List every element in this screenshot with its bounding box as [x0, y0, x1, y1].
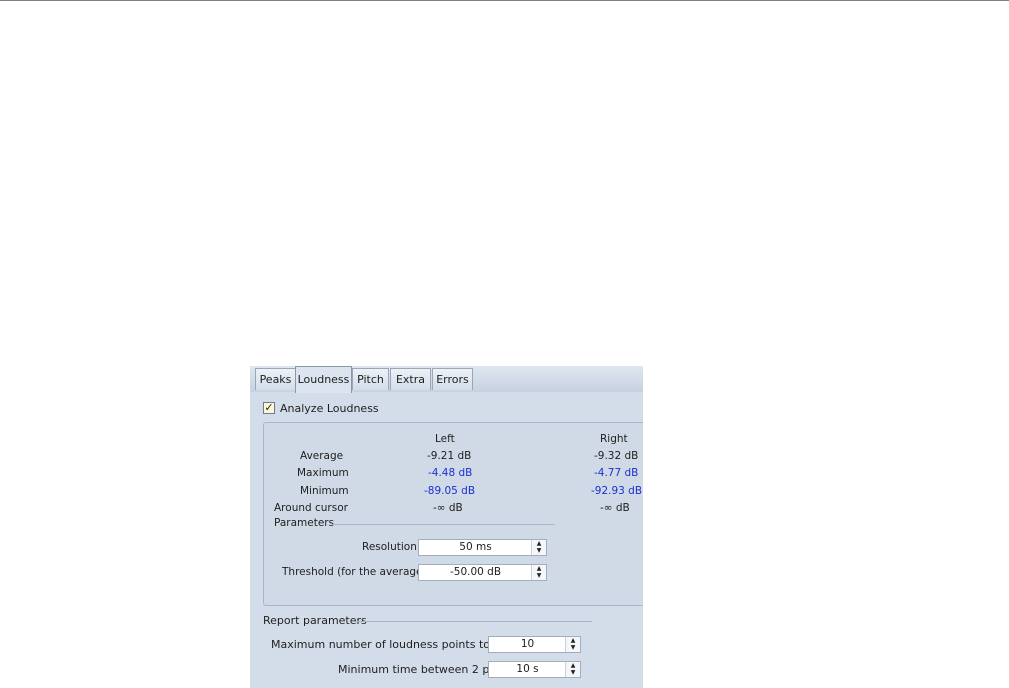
tab-loudness[interactable]: Loudness — [295, 366, 352, 393]
tab-peaks[interactable]: Peaks — [255, 368, 296, 390]
tab-strip: Peaks Loudness Pitch Extra Errors — [250, 366, 643, 393]
loudness-panel: ✓ Analyze Loudness Left Right Average -9… — [250, 392, 643, 688]
spin-up-icon[interactable]: ▲ — [566, 637, 580, 644]
average-right-value: -9.32 dB — [594, 450, 639, 462]
max-points-spin-buttons: ▲ ▼ — [565, 637, 580, 652]
resolution-label: Resolution — [362, 541, 417, 553]
average-left-value: -9.21 dB — [427, 450, 472, 462]
row-label-average: Average — [300, 450, 344, 462]
tab-errors[interactable]: Errors — [432, 368, 473, 390]
min-time-spin-buttons: ▲ ▼ — [565, 662, 580, 677]
spin-down-icon[interactable]: ▼ — [532, 572, 546, 579]
spin-up-icon[interactable]: ▲ — [532, 565, 546, 572]
loudness-analysis-dialog: Peaks Loudness Pitch Extra Errors ✓ Anal… — [250, 366, 643, 688]
row-label-maximum: Maximum — [297, 467, 349, 479]
spin-down-icon[interactable]: ▼ — [566, 669, 580, 676]
min-time-value[interactable]: 10 s — [489, 662, 566, 677]
resolution-spin-buttons: ▲ ▼ — [531, 540, 546, 555]
threshold-label: Threshold (for the average) — [282, 566, 427, 578]
around-cursor-left-value: -∞ dB — [433, 502, 463, 514]
analyze-loudness-checkbox[interactable]: ✓ — [263, 402, 275, 414]
column-header-right: Right — [600, 433, 628, 445]
min-time-spinner[interactable]: 10 s ▲ ▼ — [488, 661, 581, 678]
minimum-right-value: -92.93 dB — [591, 485, 643, 497]
parameters-section-title: Parameters — [274, 517, 335, 529]
minimum-left-value: -89.05 dB — [424, 485, 476, 497]
max-points-value[interactable]: 10 — [489, 637, 566, 652]
tab-pitch[interactable]: Pitch — [352, 368, 389, 390]
maximum-right-value: -4.77 dB — [594, 467, 639, 479]
row-label-around-cursor: Around cursor — [274, 502, 348, 514]
spin-up-icon[interactable]: ▲ — [566, 662, 580, 669]
row-label-minimum: Minimum — [300, 485, 349, 497]
spin-up-icon[interactable]: ▲ — [532, 540, 546, 547]
report-parameters-title: Report parameters — [263, 614, 367, 627]
parameters-divider — [332, 524, 555, 525]
threshold-value[interactable]: -50.00 dB — [419, 565, 532, 580]
spin-down-icon[interactable]: ▼ — [566, 644, 580, 651]
maximum-left-value: -4.48 dB — [428, 467, 473, 479]
max-points-spinner[interactable]: 10 ▲ ▼ — [488, 636, 581, 653]
around-cursor-right-value: -∞ dB — [600, 502, 630, 514]
tab-extra[interactable]: Extra — [390, 368, 431, 390]
report-parameters-divider — [356, 621, 592, 622]
resolution-spinner[interactable]: 50 ms ▲ ▼ — [418, 539, 547, 556]
spin-down-icon[interactable]: ▼ — [532, 547, 546, 554]
resolution-value[interactable]: 50 ms — [419, 540, 532, 555]
threshold-spinner[interactable]: -50.00 dB ▲ ▼ — [418, 564, 547, 581]
column-header-left: Left — [435, 433, 455, 445]
threshold-spin-buttons: ▲ ▼ — [531, 565, 546, 580]
window-top-border — [0, 0, 1009, 1]
loudness-results-group: Left Right Average -9.21 dB -9.32 dB Max… — [263, 422, 643, 606]
analyze-loudness-label: Analyze Loudness — [280, 402, 379, 415]
